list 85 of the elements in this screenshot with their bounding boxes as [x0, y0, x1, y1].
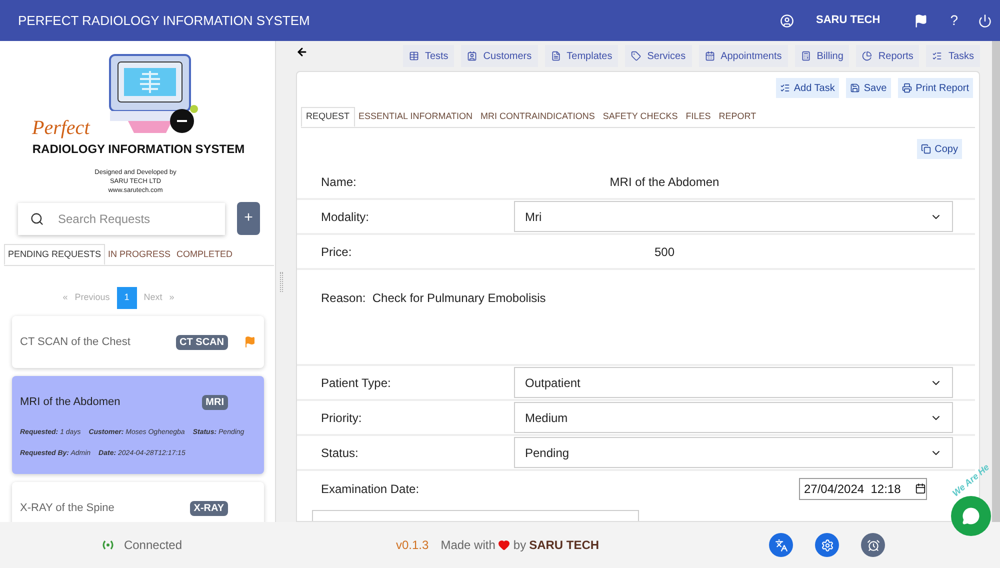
request-title: MRI of the Abdomen: [20, 394, 122, 410]
field-label: Name:: [321, 174, 358, 190]
form-tab[interactable]: MRI CONTRAINDICATIONS: [476, 107, 599, 127]
printer-icon: [902, 83, 912, 93]
add-button[interactable]: +: [237, 202, 260, 235]
logo-title: RADIOLOGY INFORMATION SYSTEM: [32, 141, 245, 158]
scrollbar[interactable]: [992, 41, 1000, 522]
calendar-icon: [704, 51, 715, 61]
splitter-handle[interactable]: [280, 272, 282, 292]
search-icon: [30, 212, 44, 226]
nav-button[interactable]: Templates: [544, 45, 618, 67]
settings-icon: [820, 538, 834, 552]
contact-card-icon: [467, 51, 478, 61]
document-icon: [550, 51, 561, 61]
translate-button[interactable]: [769, 533, 794, 557]
copy-button[interactable]: Copy: [916, 139, 962, 159]
logo-word: Perfect: [32, 116, 90, 141]
back-arrow-icon[interactable]: [296, 46, 308, 58]
date-field[interactable]: 27/04/2024 12:18: [799, 478, 927, 500]
nav-button[interactable]: Reports: [856, 45, 920, 67]
action-button[interactable]: Save: [846, 78, 891, 98]
help-button[interactable]: ?: [950, 10, 958, 31]
user-name[interactable]: SARU TECH: [816, 12, 880, 29]
reason-text: Reason: Check for Pulmunary Emobolisis: [321, 291, 546, 305]
search-field[interactable]: Search Requests: [18, 202, 225, 234]
form-tab[interactable]: REPORT: [714, 107, 760, 127]
field-value: MRI of the Abdomen: [608, 174, 720, 190]
credit-text: Made with by SARU TECH: [440, 537, 600, 554]
checklist-icon: [932, 51, 942, 61]
tag-icon: [631, 51, 642, 61]
action-button[interactable]: Print Report: [898, 78, 973, 98]
field-label: Status:: [321, 444, 360, 462]
checklist-icon: [780, 83, 790, 93]
select-field[interactable]: Mri: [514, 201, 953, 232]
table-icon: [408, 51, 419, 61]
nav-button[interactable]: Billing: [794, 45, 850, 67]
list-tab[interactable]: COMPLETED: [174, 244, 236, 265]
list-tab[interactable]: PENDING REQUESTS: [4, 244, 106, 265]
field-label: Price:: [321, 244, 353, 260]
modality-tag: X-RAY: [190, 500, 228, 516]
app-title: PERFECT RADIOLOGY INFORMATION SYSTEM: [18, 12, 310, 30]
field-label: Modality:: [321, 208, 370, 226]
request-card[interactable]: X-RAY of the Spine X-RAY: [12, 482, 264, 522]
alarm-button[interactable]: [861, 533, 886, 557]
alarm-clock-icon: [866, 538, 880, 552]
list-tab[interactable]: IN PROGRESS: [105, 244, 174, 265]
nav-button[interactable]: Services: [625, 45, 692, 67]
previous-glyph: «: [62, 291, 68, 304]
form-tab[interactable]: ESSENTIAL INFORMATION: [354, 107, 477, 127]
power-icon[interactable]: [978, 14, 992, 28]
action-button[interactable]: Add Task: [776, 78, 839, 98]
user-icon[interactable]: [780, 14, 794, 28]
form-tab[interactable]: REQUEST: [301, 107, 355, 127]
translate-icon: [774, 538, 788, 552]
connection-status: Connected: [124, 537, 182, 554]
nav-button[interactable]: Tasks: [926, 45, 980, 67]
version-label: v0.1.3: [396, 537, 429, 554]
field-value: 500: [653, 244, 676, 260]
request-title: CT SCAN of the Chest: [20, 334, 132, 350]
modality-tag: MRI: [202, 394, 228, 410]
save-icon: [850, 83, 860, 93]
signal-icon: [102, 540, 114, 550]
field-label: Patient Type:: [321, 374, 392, 392]
chat-bubble-icon: [962, 506, 980, 524]
select-field[interactable]: Outpatient: [514, 367, 953, 398]
field-label: Priority:: [321, 410, 363, 426]
modality-tag: CT SCAN: [176, 334, 228, 350]
flag-icon[interactable]: [914, 14, 928, 28]
copy-icon: [920, 144, 931, 154]
next-glyph: »: [169, 291, 174, 304]
request-title: X-RAY of the Spine: [20, 500, 116, 516]
calculator-icon: [800, 51, 811, 61]
nav-button[interactable]: Appointments: [698, 45, 788, 67]
settings-button[interactable]: [815, 533, 840, 557]
field-label: Examination Date:: [321, 480, 420, 498]
request-card[interactable]: CT SCAN of the Chest CT SCAN: [12, 316, 264, 368]
form-tab[interactable]: SAFETY CHECKS: [598, 107, 682, 127]
nav-button[interactable]: Customers: [461, 45, 538, 67]
select-field[interactable]: Pending: [514, 437, 953, 468]
calendar-icon: [915, 483, 926, 494]
nav-button[interactable]: Tests: [402, 45, 454, 67]
form-tab[interactable]: FILES: [682, 107, 715, 127]
pie-chart-icon: [862, 51, 872, 61]
select-field[interactable]: Medium: [514, 402, 953, 433]
heart-icon: [498, 539, 510, 551]
